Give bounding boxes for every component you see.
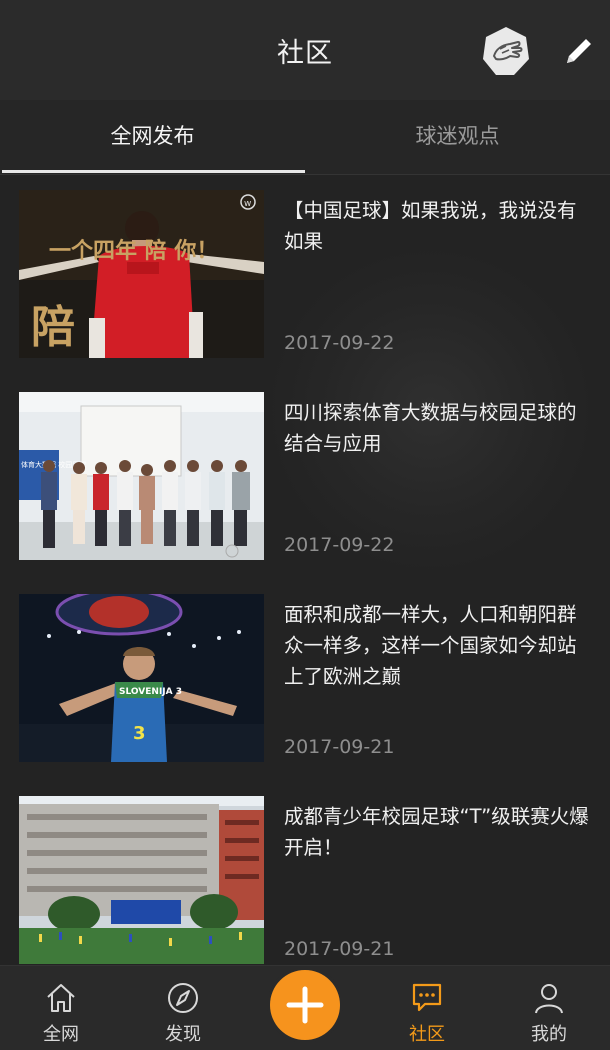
plus-icon [286, 986, 324, 1024]
article-date: 2017-09-21 [284, 736, 395, 758]
svg-text:w: w [244, 199, 251, 209]
nav-label: 发现 [165, 1024, 201, 1045]
article-title: 【中国足球】如果我说，我说没有如果 [284, 199, 577, 253]
article-thumbnail [19, 796, 264, 964]
header-bar: 社区 [0, 0, 610, 100]
active-tab-indicator [2, 170, 305, 173]
thumbnail-caption: 一个四年 陪 你！ [49, 238, 218, 264]
add-post-button[interactable] [270, 970, 340, 1040]
tab-bar: 全网发布 球迷观点 [0, 100, 610, 175]
person-icon [531, 980, 567, 1016]
list-item[interactable]: 成都青少年校园足球“T”级联赛火爆开启！ 2017-09-21 [0, 781, 610, 965]
article-title: 四川探索体育大数据与校园足球的结合与应用 [284, 401, 577, 455]
nav-label: 我的 [531, 1024, 567, 1045]
svg-text:3: 3 [133, 723, 146, 744]
nav-item-mine[interactable]: 我的 [488, 966, 610, 1050]
article-thumbnail: 体育大数据 校园足球 [19, 392, 264, 560]
article-title: 成都青少年校园足球“T”级联赛火爆开启！ [284, 805, 589, 859]
tab-all-posts[interactable]: 全网发布 [0, 100, 305, 174]
community-page: 社区 全网发布 球迷观点 一个四年 陪 你！ 陪 w 【中国足球】如果我说，我说… [0, 0, 610, 1050]
article-title: 面积和成都一样大，人口和朝阳群众一样多，这样一个国家如今却站上了欧洲之巅 [284, 603, 577, 688]
nav-item-all[interactable]: 全网 [0, 966, 122, 1050]
compass-icon [165, 980, 201, 1016]
chat-icon [409, 980, 445, 1016]
article-thumbnail: 一个四年 陪 你！ 陪 w [19, 190, 264, 358]
article-date: 2017-09-22 [284, 332, 395, 354]
thumbnail-caption: SLOVENIJA 3 [119, 687, 182, 697]
pencil-icon[interactable] [561, 33, 597, 69]
hand-badge-icon[interactable] [480, 25, 532, 77]
nav-label: 社区 [409, 1024, 445, 1045]
list-item[interactable]: 体育大数据 校园足球 四川探索体育大数据与校园足球的结合与应用 2017-09-… [0, 377, 610, 577]
list-item[interactable]: 一个四年 陪 你！ 陪 w 【中国足球】如果我说，我说没有如果 2017-09-… [0, 175, 610, 375]
nav-item-discover[interactable]: 发现 [122, 966, 244, 1050]
article-thumbnail: SLOVENIJA 3 3 [19, 594, 264, 762]
svg-text:陪: 陪 [31, 302, 75, 353]
article-date: 2017-09-22 [284, 534, 395, 556]
list-item[interactable]: SLOVENIJA 3 3 面积和成都一样大，人口和朝阳群众一样多，这样一个国家… [0, 579, 610, 779]
tab-fan-opinions[interactable]: 球迷观点 [305, 100, 610, 174]
nav-item-community[interactable]: 社区 [366, 966, 488, 1050]
article-list[interactable]: 一个四年 陪 你！ 陪 w 【中国足球】如果我说，我说没有如果 2017-09-… [0, 175, 610, 965]
nav-label: 全网 [43, 1024, 79, 1045]
home-icon [43, 980, 79, 1016]
article-date: 2017-09-21 [284, 938, 395, 960]
